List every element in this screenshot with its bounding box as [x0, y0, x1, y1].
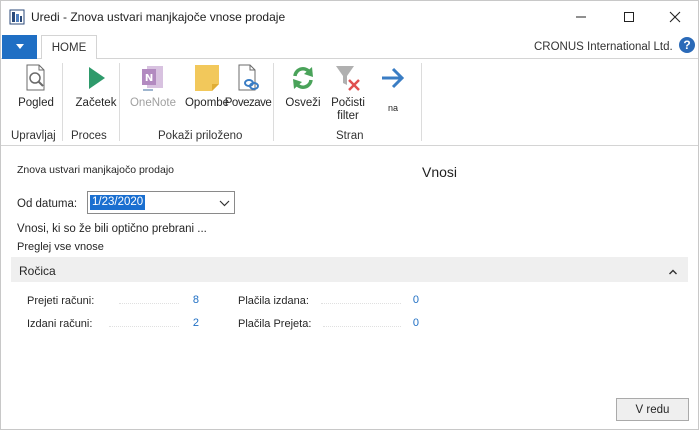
from-date-value[interactable]: 1/23/2020: [90, 195, 146, 210]
view-all-entries-link[interactable]: Preglej vse vnose: [17, 241, 104, 253]
clear-filter-icon: [334, 63, 362, 93]
group-separator: [273, 63, 274, 141]
arrow-right-icon: [379, 63, 407, 93]
refresh-label: Osveži: [285, 97, 321, 109]
notes-button[interactable]: Opombe: [185, 59, 229, 123]
onenote-label: OneNote: [129, 97, 177, 109]
view-button[interactable]: Pogled: [11, 59, 61, 123]
notes-label: Opombe: [184, 97, 230, 109]
app-icon: [9, 9, 25, 25]
close-button[interactable]: [652, 1, 698, 32]
payments-received-label: Plačila Prejeta:: [238, 318, 312, 330]
group-separator: [119, 63, 120, 141]
group-manage-label: Upravljaj: [11, 130, 56, 142]
start-button[interactable]: Začetek: [73, 59, 119, 123]
page-heading: Vnosi: [422, 164, 458, 180]
start-label: Začetek: [75, 97, 117, 109]
chevron-up-icon[interactable]: [668, 265, 678, 275]
page-subtitle: Znova ustvari manjkajočo prodajo: [17, 164, 174, 176]
received-invoices-label: Prejeti računi:: [27, 295, 95, 307]
go-to-button[interactable]: na: [373, 59, 413, 123]
field-leader: [323, 326, 401, 327]
links-label: Povezave: [224, 97, 272, 109]
clear-filter-button[interactable]: Počisti filter: [327, 59, 369, 123]
link-icon: [234, 63, 262, 93]
group-show-attached-label: Pokaži priloženo: [158, 130, 243, 142]
from-date-field[interactable]: 1/23/2020: [87, 191, 235, 214]
links-button[interactable]: Povezave: [225, 59, 272, 123]
go-to-label: na: [387, 103, 398, 113]
scanned-entries-link[interactable]: Vnosi, ki so že bili optično prebrani ..…: [17, 223, 207, 235]
note-icon: [193, 63, 221, 93]
maximize-button[interactable]: [606, 1, 652, 32]
minimize-button[interactable]: [558, 1, 604, 32]
refresh-icon: [289, 63, 317, 93]
section-header[interactable]: Ročica: [11, 257, 688, 282]
group-separator: [62, 63, 63, 141]
payments-issued-value[interactable]: 0: [401, 294, 419, 306]
issued-invoices-value[interactable]: 2: [181, 317, 199, 329]
payments-issued-label: Plačila izdana:: [238, 295, 309, 307]
field-leader: [119, 303, 179, 304]
page-content: Znova ustvari manjkajočo prodajo Vnosi O…: [1, 147, 698, 429]
help-icon[interactable]: ?: [679, 37, 695, 53]
onenote-icon: N: [139, 63, 167, 93]
issued-invoices-label: Izdani računi:: [27, 318, 93, 330]
onenote-button[interactable]: N OneNote: [126, 59, 180, 123]
field-leader: [321, 303, 401, 304]
view-label: Pogled: [18, 97, 54, 109]
group-separator: [421, 63, 422, 141]
svg-text:N: N: [145, 73, 153, 84]
chevron-down-icon[interactable]: [217, 196, 231, 210]
field-leader: [109, 326, 179, 327]
view-icon: [22, 63, 50, 93]
company-name[interactable]: CRONUS International Ltd.: [534, 41, 673, 53]
window-title: Uredi - Znova ustvari manjkajoče vnose p…: [31, 10, 286, 24]
group-page-label: Stran: [336, 130, 364, 142]
dialog-window: Uredi - Znova ustvari manjkajoče vnose p…: [0, 0, 699, 430]
clear-filter-label: Počisti filter: [331, 97, 365, 122]
file-menu-button[interactable]: [2, 35, 37, 59]
from-date-label: Od datuma:: [17, 198, 78, 210]
ribbon: Pogled Upravljaj Začetek Proces N OneNot: [1, 59, 698, 146]
payments-received-value[interactable]: 0: [401, 317, 419, 329]
ok-button[interactable]: V redu: [616, 398, 689, 421]
title-bar: Uredi - Znova ustvari manjkajoče vnose p…: [1, 1, 698, 32]
play-icon: [82, 63, 110, 93]
section-title: Ročica: [19, 264, 56, 278]
ribbon-tab-row: HOME CRONUS International Ltd. ?: [1, 32, 698, 60]
caret-down-icon: [15, 44, 24, 49]
refresh-button[interactable]: Osveži: [283, 59, 323, 123]
tab-home[interactable]: HOME: [41, 35, 97, 60]
group-process-label: Proces: [71, 130, 107, 142]
received-invoices-value[interactable]: 8: [181, 294, 199, 306]
